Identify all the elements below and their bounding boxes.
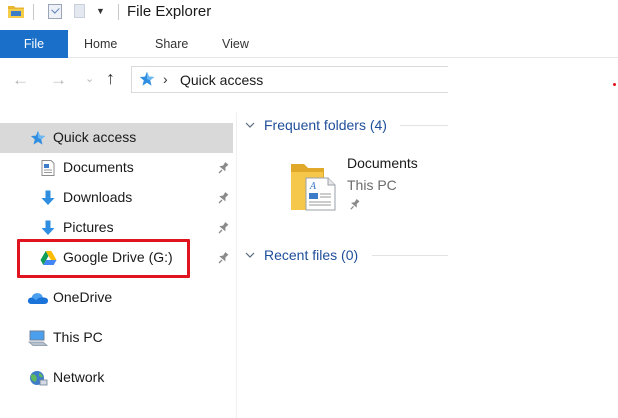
documents-folder-icon: A bbox=[291, 164, 336, 211]
svg-text:A: A bbox=[309, 182, 317, 192]
pane-divider[interactable] bbox=[236, 112, 237, 418]
nav-item-label: Pictures bbox=[63, 219, 114, 235]
back-arrow-icon[interactable]: ← bbox=[12, 70, 29, 90]
star-icon bbox=[30, 130, 46, 145]
nav-item-documents[interactable]: Documents bbox=[0, 153, 233, 183]
pin-icon[interactable] bbox=[216, 221, 230, 235]
star-icon bbox=[139, 71, 155, 86]
chevron-down-icon bbox=[245, 252, 255, 258]
nav-item-label: OneDrive bbox=[53, 289, 113, 305]
pin-icon[interactable] bbox=[216, 191, 230, 205]
tab-view[interactable]: View bbox=[222, 30, 249, 58]
annotation-dot bbox=[613, 83, 616, 86]
nav-item-label: Downloads bbox=[63, 189, 133, 205]
group-header-label: Frequent folders (4) bbox=[264, 117, 387, 133]
pin-icon[interactable] bbox=[216, 161, 230, 175]
tab-share[interactable]: Share bbox=[155, 30, 188, 58]
tab-home[interactable]: Home bbox=[84, 30, 117, 58]
title-bar: ▼ File Explorer bbox=[0, 0, 618, 28]
breadcrumb-chevron-icon[interactable]: › bbox=[163, 71, 168, 87]
annotation-highlight-box bbox=[17, 239, 190, 278]
folder-icon[interactable] bbox=[8, 4, 24, 18]
quick-access-toolbar-dropdown-icon[interactable]: ▼ bbox=[96, 6, 105, 16]
ribbon: File Home Share View bbox=[0, 30, 618, 58]
pin-icon[interactable] bbox=[216, 251, 230, 265]
nav-item-label: This PC bbox=[53, 329, 103, 345]
chevron-down-icon bbox=[245, 122, 255, 128]
nav-item-this-pc[interactable]: This PC bbox=[0, 323, 233, 353]
folder-location: This PC bbox=[347, 177, 397, 193]
properties-icon[interactable] bbox=[48, 4, 62, 19]
pin-icon bbox=[350, 199, 360, 210]
up-arrow-icon[interactable]: ↑ bbox=[106, 68, 115, 89]
toolbar-separator bbox=[33, 4, 34, 20]
group-header-label: Recent files (0) bbox=[264, 247, 359, 263]
nav-item-onedrive[interactable]: OneDrive bbox=[0, 283, 233, 313]
pictures-arrow-icon bbox=[41, 220, 55, 235]
new-folder-icon[interactable] bbox=[74, 4, 85, 18]
nav-item-downloads[interactable]: Downloads bbox=[0, 183, 233, 213]
nav-item-label: Documents bbox=[63, 159, 134, 175]
tab-file[interactable]: File bbox=[0, 30, 68, 58]
download-arrow-icon bbox=[41, 190, 55, 205]
network-icon bbox=[30, 371, 48, 386]
nav-item-quick-access[interactable]: Quick access bbox=[0, 123, 233, 153]
group-divider bbox=[400, 125, 448, 126]
documents-icon bbox=[41, 160, 55, 176]
folder-tile-documents[interactable]: A Documents This PC bbox=[290, 152, 450, 214]
nav-item-label: Quick access bbox=[53, 129, 137, 145]
frequent-folders-header[interactable]: Frequent folders (4) bbox=[245, 117, 387, 133]
toolbar-separator bbox=[118, 4, 119, 20]
breadcrumb-location[interactable]: Quick access bbox=[180, 72, 263, 88]
recent-files-header[interactable]: Recent files (0) bbox=[245, 247, 358, 263]
nav-item-network[interactable]: Network bbox=[0, 363, 233, 393]
address-bar[interactable]: › Quick access bbox=[131, 66, 448, 93]
cloud-icon bbox=[27, 293, 48, 304]
computer-icon bbox=[28, 330, 48, 346]
window-title: File Explorer bbox=[127, 3, 212, 20]
group-divider bbox=[372, 255, 448, 256]
nav-item-label: Network bbox=[53, 369, 105, 385]
recent-locations-chevron-icon[interactable]: ⌄ bbox=[85, 72, 94, 85]
folder-name: Documents bbox=[347, 155, 418, 171]
forward-arrow-icon[interactable]: → bbox=[50, 70, 67, 90]
